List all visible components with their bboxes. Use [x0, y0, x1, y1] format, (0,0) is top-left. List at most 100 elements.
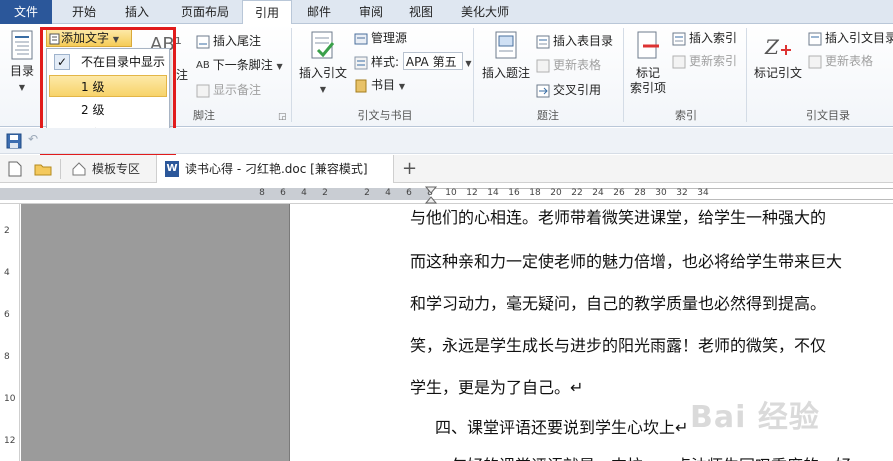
- insert-endnote-label: 插入尾注: [213, 34, 262, 48]
- bibliography-label: 书目: [371, 78, 396, 92]
- cross-reference-button[interactable]: 交叉引用: [536, 81, 601, 99]
- insert-index-icon: [672, 32, 686, 45]
- ruler-tick-label: 28: [634, 188, 646, 198]
- update-authorities-table-button[interactable]: 更新表格: [808, 52, 873, 70]
- insert-citation-caret-icon: ▼: [319, 85, 327, 94]
- tab-view[interactable]: 视图: [398, 0, 444, 24]
- mark-citation-label: 标记引文: [753, 66, 802, 80]
- insert-index-label: 插入索引: [689, 31, 738, 45]
- update-index-icon: [672, 55, 686, 68]
- insert-table-of-figures-button[interactable]: 插入表目录: [536, 32, 613, 50]
- style-selector[interactable]: 样式: APA 第五 ▼: [354, 52, 472, 73]
- mark-entry-label-line2: 索引项: [629, 81, 666, 95]
- tab-home[interactable]: 开始: [58, 0, 110, 24]
- update-index-label: 更新索引: [689, 54, 738, 68]
- insert-table-of-figures-label: 插入表目录: [553, 34, 614, 48]
- insert-caption-button[interactable]: 插入题注: [478, 30, 534, 81]
- update-table-button[interactable]: 更新表格: [536, 56, 601, 74]
- insert-footnote-label-partial[interactable]: 注: [176, 66, 188, 84]
- word-doc-icon: W: [165, 161, 179, 177]
- show-notes-button[interactable]: 显示备注: [196, 81, 261, 99]
- next-footnote-icon: AB: [196, 59, 210, 71]
- paragraph-line: 和学习动力，毫无疑问，自己的教学质量也必然得到提高。: [410, 294, 827, 313]
- paragraph-line: 与他们的心相连。老师带着微笑进课堂，给学生一种强大的: [410, 208, 827, 227]
- indent-marker-icon[interactable]: [425, 186, 437, 204]
- home-icon: [72, 162, 86, 176]
- toc-caret-icon: ▼: [18, 83, 26, 92]
- tab-mailings[interactable]: 邮件: [296, 0, 342, 24]
- ruler-tick-label: 16: [508, 188, 520, 198]
- ruler-tick-label: 24: [592, 188, 604, 198]
- tab-active-document[interactable]: W 读书心得 - 刁红艳.doc [兼容模式]: [156, 155, 394, 183]
- style-label: 样式:: [371, 55, 400, 69]
- ribbon-tab-bar: 文件 开始 插入 页面布局 引用 邮件 审阅 视图 美化大师: [0, 0, 893, 25]
- mark-entry-button[interactable]: 标记 索引项: [626, 30, 670, 96]
- tab-divider: [60, 159, 61, 179]
- show-notes-icon: [196, 84, 210, 97]
- bibliography-caret-icon: ▼: [398, 82, 405, 91]
- update-authorities-label: 更新表格: [825, 54, 874, 68]
- toc-label: 目录: [9, 64, 34, 78]
- ruler-tick-label: 2: [322, 188, 328, 198]
- update-authorities-icon: [808, 55, 822, 68]
- horizontal-ruler[interactable]: 8 6 4 2 2 4 6 8 10 12 14 16 18 20 22 24 26 28 30 32 34: [0, 184, 893, 204]
- ruler-tick-label: 4: [301, 188, 307, 198]
- insert-citation-label: 插入引文: [298, 66, 347, 80]
- new-document-icon[interactable]: [8, 161, 22, 177]
- section-heading: 四、课堂评语还要说到学生心坎上↵: [435, 418, 689, 437]
- manage-sources-button[interactable]: 管理源: [354, 29, 407, 47]
- undo-icon[interactable]: ↶: [28, 132, 38, 146]
- manage-sources-label: 管理源: [371, 31, 408, 45]
- update-table-icon: [536, 59, 550, 72]
- paragraph-line: 一句好的课堂评语就是一支拉，一点油师生同叹重度的，好: [435, 452, 851, 461]
- insert-caption-icon: [495, 31, 517, 59]
- insert-endnote-button[interactable]: 插入尾注: [196, 32, 261, 50]
- save-icon[interactable]: [6, 133, 22, 149]
- bibliography-icon: [355, 79, 367, 92]
- tab-insert[interactable]: 插入: [112, 0, 162, 24]
- insert-index-button[interactable]: 插入索引: [672, 29, 737, 47]
- next-footnote-label: 下一条脚注: [212, 58, 273, 72]
- insert-citation-button[interactable]: 插入引文 ▼: [296, 30, 350, 97]
- tab-page-layout[interactable]: 页面布局: [166, 0, 244, 24]
- mark-entry-label-line1: 标记: [635, 66, 660, 80]
- new-tab-button[interactable]: +: [402, 155, 417, 183]
- insert-table-of-authorities-button[interactable]: 插入引文目录: [808, 29, 893, 47]
- ruler-tick-label: 12: [4, 436, 16, 446]
- next-footnote-caret-icon: ▼: [276, 62, 283, 71]
- table-of-figures-icon: [536, 35, 550, 48]
- cross-reference-label: 交叉引用: [553, 83, 602, 97]
- ruler-tick-label: 8: [4, 352, 10, 362]
- mark-citation-button[interactable]: Z 标记引文: [750, 30, 806, 81]
- ruler-tick-label: 2: [364, 188, 370, 198]
- table-of-authorities-icon: [808, 32, 822, 45]
- tab-references[interactable]: 引用: [242, 0, 292, 25]
- quick-access-toolbar: ↶: [0, 128, 893, 154]
- bibliography-button[interactable]: 书目 ▼: [354, 76, 405, 96]
- index-group-label: 索引: [675, 109, 697, 122]
- vertical-ruler[interactable]: 2 4 6 8 10 12: [0, 204, 20, 461]
- cross-reference-icon: [536, 84, 550, 97]
- tab-beautify-master[interactable]: 美化大师: [452, 0, 518, 24]
- folder-icon[interactable]: [34, 162, 52, 176]
- mark-citation-icon: Z: [764, 35, 791, 59]
- ruler-tick-label: 18: [529, 188, 541, 198]
- next-footnote-button[interactable]: AB 下一条脚注 ▼: [196, 56, 283, 76]
- mark-entry-icon: [637, 31, 659, 59]
- style-value-field[interactable]: APA 第五: [402, 52, 463, 70]
- ruler-tick-label: 10: [4, 394, 16, 404]
- group-separator: [746, 28, 747, 122]
- style-dropdown-caret-icon[interactable]: ▼: [463, 59, 471, 68]
- ruler-tick-label: 10: [445, 188, 457, 198]
- tab-template-zone[interactable]: 模板专区: [92, 155, 140, 183]
- tab-review[interactable]: 审阅: [348, 0, 394, 24]
- authorities-group-label: 引文目录: [806, 109, 850, 122]
- tab-file[interactable]: 文件: [0, 0, 52, 24]
- paragraph-line: 学生，更是为了自己。↵: [410, 378, 584, 397]
- ruler-tick-label: 8: [259, 188, 265, 198]
- captions-group-label: 题注: [537, 109, 559, 122]
- ruler-tick-label: 6: [406, 188, 412, 198]
- toc-button[interactable]: 目录 ▼: [4, 30, 40, 95]
- update-index-button[interactable]: 更新索引: [672, 52, 737, 70]
- footnote-dialog-launcher-icon[interactable]: ◲: [278, 108, 287, 126]
